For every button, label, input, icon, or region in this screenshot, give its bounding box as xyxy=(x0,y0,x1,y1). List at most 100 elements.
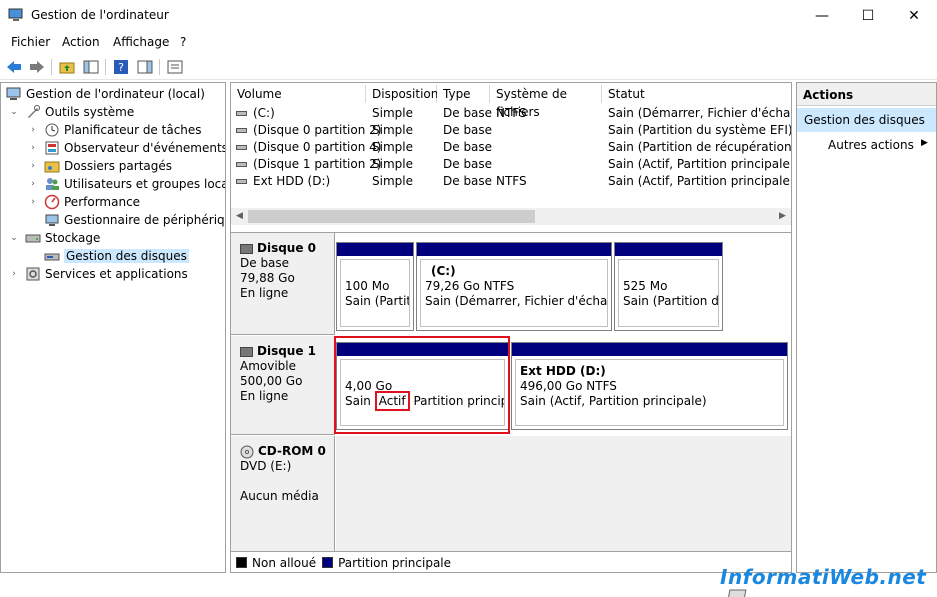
disk-icon xyxy=(240,346,253,357)
toolbar: ? xyxy=(0,54,937,80)
disk-info-cdrom[interactable]: CD-ROM 0 DVD (E:) Aucun média xyxy=(231,436,335,551)
collapse-icon[interactable]: ⌄ xyxy=(9,233,19,243)
expand-icon[interactable]: › xyxy=(28,179,38,189)
cell-type: De base xyxy=(443,174,493,188)
table-row[interactable]: (C:) Simple De base NTFS Sain (Démarrer,… xyxy=(231,105,791,122)
table-row[interactable]: (Disque 0 partition 4) Simple De base Sa… xyxy=(231,139,791,156)
expand-icon[interactable]: › xyxy=(9,269,19,279)
shared-folder-icon xyxy=(44,158,60,174)
up-folder-button[interactable] xyxy=(57,57,77,77)
actions-disk-management[interactable]: Gestion des disques xyxy=(797,108,936,132)
legend-primary-label: Partition principale xyxy=(338,555,452,570)
disk-row-0: Disque 0 De base 79,88 Go En ligne 100 M… xyxy=(231,233,791,335)
disk-size: 79,88 Go xyxy=(240,271,295,285)
storage-icon xyxy=(25,230,41,246)
disk-name: CD-ROM 0 xyxy=(258,444,326,458)
tree-item-root[interactable]: Gestion de l'ordinateur (local) xyxy=(6,85,205,103)
forward-button[interactable] xyxy=(27,57,47,77)
tree-item-device-manager[interactable]: Gestionnaire de périphériques xyxy=(44,211,225,229)
back-button[interactable] xyxy=(4,57,24,77)
disk-info-0[interactable]: Disque 0 De base 79,88 Go En ligne xyxy=(231,233,335,335)
title-bar: Gestion de l'ordinateur — ☐ ✕ xyxy=(0,0,937,31)
partition-status: Sain (Partition de r xyxy=(623,294,719,308)
maximize-button[interactable]: ☐ xyxy=(845,0,891,31)
column-type[interactable]: Type xyxy=(437,85,490,103)
expand-icon[interactable]: › xyxy=(28,197,38,207)
table-row[interactable]: (Disque 1 partition 2) Simple De base Sa… xyxy=(231,156,791,173)
tree-label-storage: Stockage xyxy=(45,231,101,245)
partition-title: Ext HDD (D:) xyxy=(520,364,606,378)
cell-volume: Ext HDD (D:) xyxy=(253,174,331,188)
volume-icon xyxy=(236,179,247,184)
disk-size: 500,00 Go xyxy=(240,374,303,388)
help-icon: ? xyxy=(114,60,128,74)
table-row[interactable]: (Disque 0 partition 2) Simple De base Sa… xyxy=(231,122,791,139)
partition-status: Sain (Actif, Partition principale) xyxy=(520,394,707,408)
tree-item-services[interactable]: › Services et applications xyxy=(9,265,188,283)
volume-icon xyxy=(236,111,247,116)
disk-management-pane: Volume Disposition Type Système de fichi… xyxy=(230,82,792,573)
action-pane-icon xyxy=(137,60,153,74)
partition-disk0-c[interactable]: (C:) 79,26 Go NTFS Sain (Démarrer, Fichi… xyxy=(416,242,612,331)
tree-item-event-viewer[interactable]: › Observateur d'événements xyxy=(28,139,225,157)
volume-icon xyxy=(236,162,247,167)
close-button[interactable]: ✕ xyxy=(891,0,937,31)
cell-layout: Simple xyxy=(372,123,413,137)
disk-state: En ligne xyxy=(240,389,289,403)
tree-item-shared-folders[interactable]: › Dossiers partagés xyxy=(28,157,172,175)
scroll-left-icon[interactable]: ◀ xyxy=(231,208,248,225)
show-hide-tree-button[interactable] xyxy=(81,57,101,77)
menu-help[interactable]: ? xyxy=(180,35,186,49)
disk-name: Disque 1 xyxy=(257,344,317,358)
disk-type: DVD (E:) xyxy=(240,459,292,473)
column-layout[interactable]: Disposition xyxy=(366,85,438,103)
action-pane-button[interactable] xyxy=(135,57,155,77)
horizontal-scrollbar[interactable]: ◀ ▶ xyxy=(231,208,791,225)
expand-icon[interactable]: › xyxy=(28,161,38,171)
tree-item-local-users[interactable]: › Utilisateurs et groupes locaux xyxy=(28,175,225,193)
menu-action[interactable]: Action xyxy=(62,35,100,49)
tree-item-performance[interactable]: › Performance xyxy=(28,193,140,211)
partition-disk1-d[interactable]: Ext HDD (D:) 496,00 Go NTFS Sain (Actif,… xyxy=(511,342,788,430)
partition-disk1-2[interactable]: 4,00 Go Sain Actif Partition principale xyxy=(336,342,509,430)
expand-icon[interactable]: › xyxy=(28,125,38,135)
partition-size: 79,26 Go NTFS xyxy=(425,279,515,293)
cell-type: De base xyxy=(443,123,493,137)
performance-icon xyxy=(44,194,60,210)
partition-size: 496,00 Go NTFS xyxy=(520,379,617,393)
disk-type: De base xyxy=(240,256,290,270)
column-volume[interactable]: Volume xyxy=(231,85,366,103)
disk-info-1[interactable]: Disque 1 Amovible 500,00 Go En ligne xyxy=(231,336,335,435)
expand-icon[interactable]: › xyxy=(28,143,38,153)
scroll-thumb[interactable] xyxy=(248,210,535,223)
disk-media: Aucun média xyxy=(240,489,319,503)
menu-fichier[interactable]: Fichier xyxy=(11,35,50,49)
partition-disk0-4[interactable]: 525 Mo Sain (Partition de r xyxy=(614,242,723,331)
table-row[interactable]: Ext HDD (D:) Simple De base NTFS Sain (A… xyxy=(231,173,791,190)
partition-disk0-1[interactable]: 100 Mo Sain (Partiti xyxy=(336,242,414,331)
properties-icon xyxy=(167,60,183,74)
volume-list: Volume Disposition Type Système de fichi… xyxy=(231,83,791,228)
cell-type: De base xyxy=(443,157,493,171)
column-status[interactable]: Statut xyxy=(602,85,791,103)
disk-type: Amovible xyxy=(240,359,297,373)
minimize-button[interactable]: — xyxy=(799,0,845,31)
scroll-right-icon[interactable]: ▶ xyxy=(774,208,791,225)
menu-affichage[interactable]: Affichage xyxy=(113,35,169,49)
partition-title: (C:) xyxy=(431,264,456,278)
tree-item-disk-management[interactable]: Gestion des disques xyxy=(44,247,189,265)
tree-item-system-tools[interactable]: ⌄ Outils système xyxy=(9,103,134,121)
disk-name: Disque 0 xyxy=(257,241,317,255)
tree-item-storage[interactable]: ⌄ Stockage xyxy=(9,229,100,247)
properties-button[interactable] xyxy=(165,57,185,77)
actions-more[interactable]: Autres actions ▶ xyxy=(797,134,936,156)
collapse-icon[interactable]: ⌄ xyxy=(9,107,19,117)
tree-item-task-scheduler[interactable]: › Planificateur de tâches xyxy=(28,121,201,139)
actions-pane: Actions Gestion des disques Autres actio… xyxy=(796,82,937,573)
help-button[interactable]: ? xyxy=(111,57,131,77)
column-filesystem[interactable]: Système de fichiers xyxy=(490,85,602,119)
window-title: Gestion de l'ordinateur xyxy=(31,8,169,22)
menu-bar: Fichier Action Affichage ? xyxy=(0,31,937,53)
legend-primary-swatch xyxy=(322,557,334,568)
tree-label-shared-folders: Dossiers partagés xyxy=(64,159,173,173)
